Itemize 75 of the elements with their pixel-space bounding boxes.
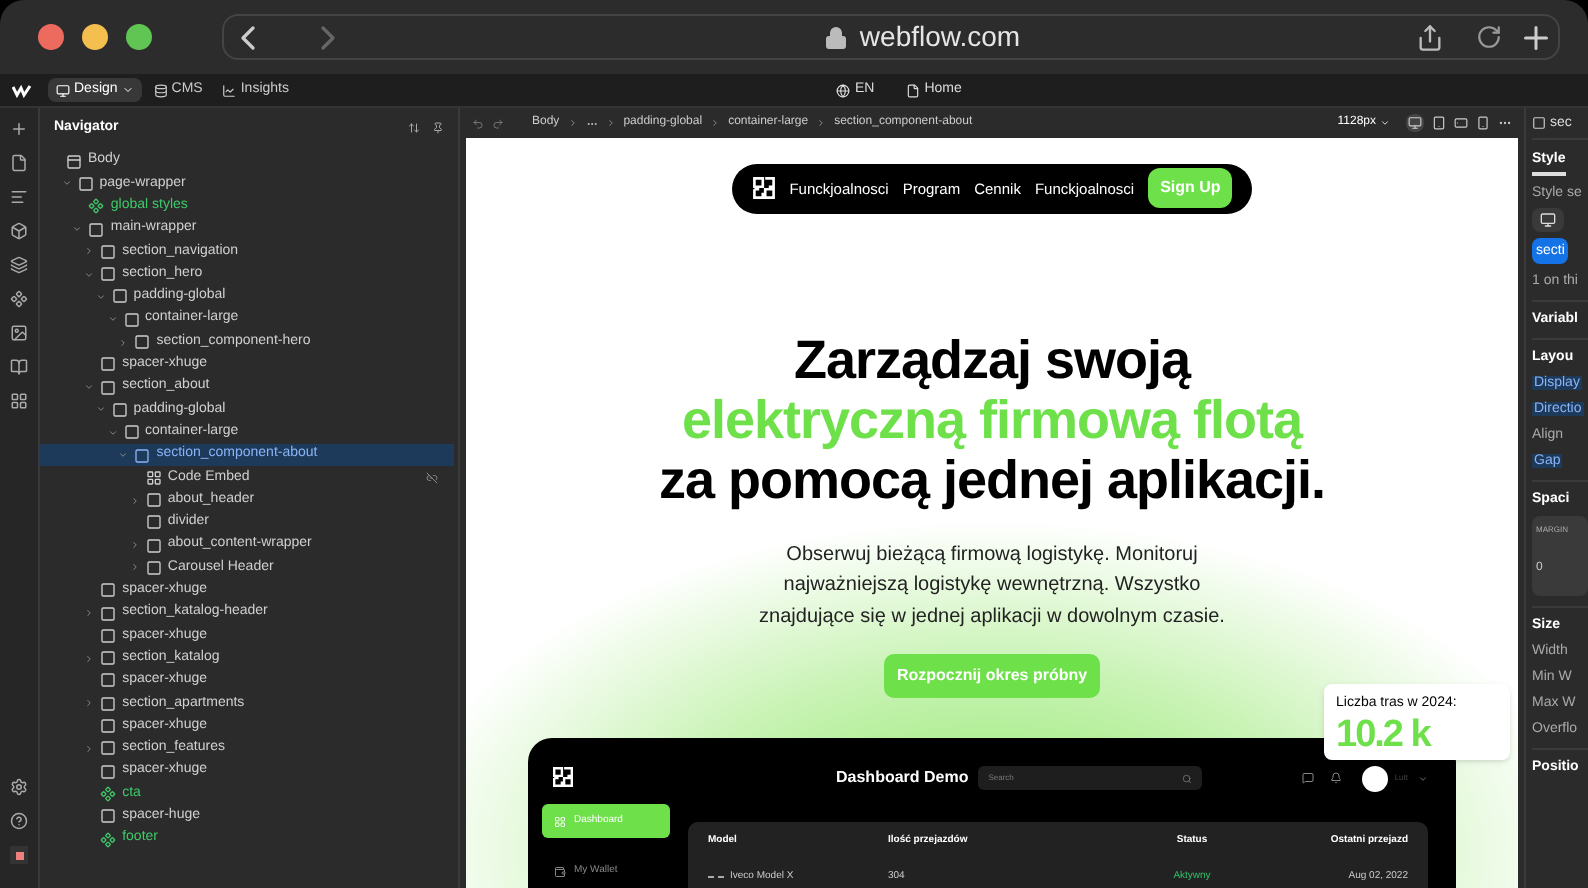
url-text: webflow.com xyxy=(859,18,1021,56)
navigator-icon[interactable] xyxy=(10,188,28,206)
dashboard-title: Dashboard Demo xyxy=(836,766,969,790)
share-icon[interactable] xyxy=(1416,23,1444,51)
bell-icon[interactable] xyxy=(1330,772,1343,784)
chat-icon[interactable] xyxy=(1302,772,1315,784)
apps-icon[interactable] xyxy=(10,392,28,410)
globe-icon xyxy=(836,83,851,97)
book-icon[interactable] xyxy=(10,358,28,376)
components-icon[interactable] xyxy=(10,290,28,308)
caret-icon[interactable] xyxy=(107,427,117,438)
caret-icon xyxy=(121,84,134,96)
page-icon xyxy=(906,83,921,97)
caret-icon xyxy=(1380,118,1390,128)
separator-icon xyxy=(710,118,721,128)
settings-icon[interactable] xyxy=(10,778,28,796)
collapse-icon[interactable] xyxy=(408,122,420,134)
separator-icon xyxy=(605,118,616,128)
separator-icon xyxy=(816,118,827,128)
address-bar[interactable]: webflow.com xyxy=(222,14,1560,60)
selector-button[interactable] xyxy=(1532,208,1564,232)
logo-icon xyxy=(751,176,776,201)
component-icon xyxy=(100,831,117,848)
chart-icon xyxy=(222,83,237,97)
grid-icon xyxy=(554,815,566,827)
caret-icon[interactable] xyxy=(84,743,95,754)
stack-icon[interactable] xyxy=(10,256,28,274)
phone-icon[interactable] xyxy=(1476,116,1490,130)
caret-icon[interactable] xyxy=(118,450,129,460)
body-icon xyxy=(66,153,82,170)
page-icon[interactable] xyxy=(10,154,28,172)
intro-paragraph: Obserwuj bieżącą firmową logistykę. Monitoruj najważniejszą logistykę wewnętrzną. Wszystko znajdujące się w jednej aplikacji w dowolnym czasie. xyxy=(757,541,1227,631)
tablet-icon[interactable] xyxy=(1432,116,1446,130)
phone-landscape-icon[interactable] xyxy=(1454,116,1468,130)
element-icon xyxy=(100,808,117,825)
search-icon xyxy=(1182,773,1193,783)
avatar[interactable] xyxy=(1362,765,1389,791)
unlink-icon xyxy=(426,471,438,484)
redo-icon[interactable] xyxy=(492,117,504,129)
monitor-icon xyxy=(1540,212,1556,228)
record-icon[interactable] xyxy=(10,846,28,864)
element-icon xyxy=(1532,116,1546,130)
headline: za pomocą jednej aplikacji. xyxy=(658,449,1326,509)
add-icon[interactable] xyxy=(10,120,28,138)
cube-icon[interactable] xyxy=(10,222,28,240)
webflow-logo-icon xyxy=(12,83,32,97)
caret-icon[interactable] xyxy=(84,608,95,619)
component-icon xyxy=(100,785,117,802)
embed-icon xyxy=(145,469,162,486)
design-icon xyxy=(56,83,70,97)
stat-value: 10.2 k xyxy=(1336,715,1433,753)
help-icon[interactable] xyxy=(10,812,28,830)
component-icon xyxy=(88,198,105,215)
separator-icon xyxy=(567,118,578,128)
database-icon xyxy=(153,83,168,97)
logo-icon xyxy=(552,766,574,788)
image-icon[interactable] xyxy=(10,324,28,342)
undo-icon[interactable] xyxy=(472,117,484,129)
pin-icon[interactable] xyxy=(432,122,444,134)
more-icon[interactable] xyxy=(1498,116,1512,130)
caret-icon[interactable] xyxy=(1418,773,1428,783)
lock-icon xyxy=(823,25,848,49)
reload-icon[interactable] xyxy=(1476,24,1502,50)
headline: Zarządzaj swoją xyxy=(793,329,1191,389)
caret-icon[interactable] xyxy=(107,314,117,325)
desktop-icon xyxy=(1408,116,1422,130)
caret-icon[interactable] xyxy=(118,337,129,348)
desktop-button[interactable] xyxy=(1406,114,1424,132)
wallet-icon xyxy=(554,865,566,877)
caret-icon[interactable] xyxy=(61,178,72,189)
headline: elektryczną firmową flotą xyxy=(681,389,1303,449)
element-icon xyxy=(77,175,94,192)
caret-icon[interactable] xyxy=(84,653,95,664)
caret-icon[interactable] xyxy=(129,495,140,506)
caret-icon[interactable] xyxy=(84,698,95,709)
